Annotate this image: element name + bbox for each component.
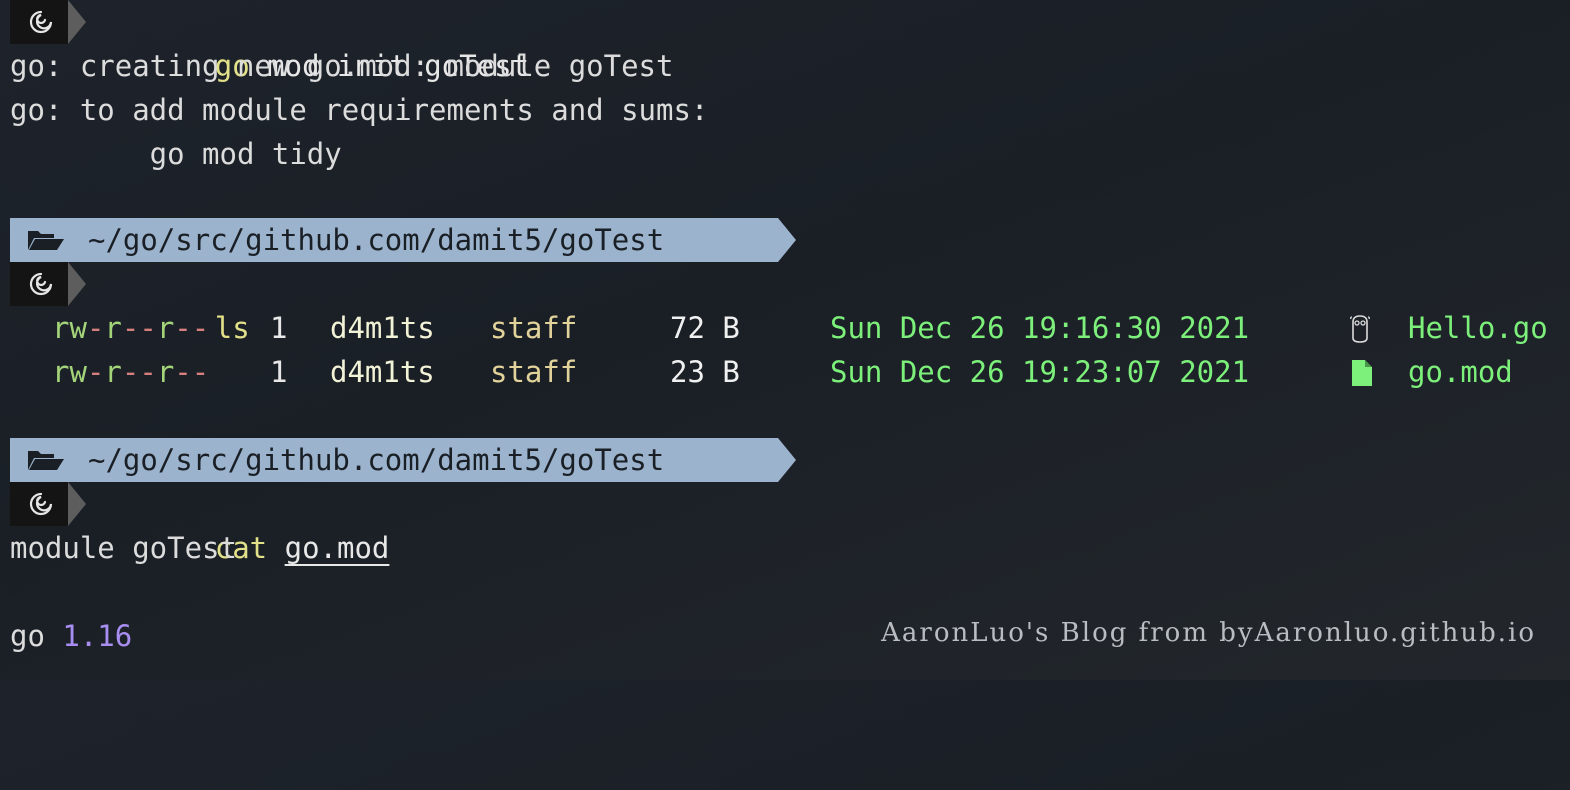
file-links: 1 xyxy=(270,355,288,389)
prompt-segment xyxy=(10,0,86,44)
output-line: go: creating new go.mod: module goTest xyxy=(10,49,674,83)
file-name[interactable]: go.mod xyxy=(1408,350,1513,394)
output-line: go mod tidy xyxy=(10,137,342,171)
blog-watermark: AaronLuo's Blog from byAaronluo.github.i… xyxy=(881,618,1536,648)
file-group: staff xyxy=(490,355,578,389)
file-links: 1 xyxy=(270,311,288,345)
file-date: Sun Dec 26 19:23:07 2021 xyxy=(830,355,1250,389)
ls-row: rw-r--r-- 1 d4m1ts staff 23 B Sun Dec 26… xyxy=(10,350,1570,394)
go-keyword: go xyxy=(10,619,45,653)
file-permissions: rw-r--r-- xyxy=(52,355,210,389)
output-line-go-version: go 1.16 xyxy=(10,614,132,658)
prompt-segment xyxy=(10,262,86,306)
current-directory: ~/go/src/github.com/damit5/goTest xyxy=(88,223,665,257)
directory-bar-arrow-icon xyxy=(778,438,796,482)
gopher-icon xyxy=(1350,315,1370,343)
file-group: staff xyxy=(490,311,578,345)
debian-swirl-icon xyxy=(29,272,53,296)
command-file-arg: go.mod xyxy=(284,531,390,565)
folder-open-icon xyxy=(28,451,64,470)
prompt-arrow-icon xyxy=(68,482,86,526)
output-line: module goTest xyxy=(10,531,237,565)
current-directory: ~/go/src/github.com/damit5/goTest xyxy=(88,443,665,477)
debian-swirl-icon xyxy=(29,10,53,34)
file-name[interactable]: Hello.go xyxy=(1408,306,1548,350)
prompt-arrow-icon xyxy=(68,0,86,44)
directory-bar: ~/go/src/github.com/damit5/goTest xyxy=(10,438,796,482)
directory-bar: ~/go/src/github.com/damit5/goTest xyxy=(10,218,796,262)
file-permissions: rw-r--r-- xyxy=(52,311,210,345)
file-owner: d4m1ts xyxy=(330,355,435,389)
prompt-line-3: cat go.mod xyxy=(10,482,810,565)
prompt-segment xyxy=(10,482,86,526)
go-version: 1.16 xyxy=(62,619,133,653)
prompt-arrow-icon xyxy=(68,262,86,306)
debian-swirl-icon xyxy=(29,492,53,516)
folder-open-icon xyxy=(28,231,64,250)
terminal-window[interactable]: go mod init goTest go: creating new go.m… xyxy=(10,0,1570,680)
file-size: 72 B xyxy=(670,311,740,345)
file-size: 23 B xyxy=(670,355,740,389)
prompt-line-1: go mod init goTest xyxy=(10,0,810,83)
directory-bar-arrow-icon xyxy=(778,218,796,262)
prompt-line-2: ls xyxy=(10,262,810,345)
output-line: go: to add module requirements and sums: xyxy=(10,93,709,127)
ls-row: rw-r--r-- 1 d4m1ts staff 72 B Sun Dec 26… xyxy=(10,306,1570,350)
file-owner: d4m1ts xyxy=(330,311,435,345)
file-icon xyxy=(1352,360,1372,386)
file-date: Sun Dec 26 19:16:30 2021 xyxy=(830,311,1250,345)
